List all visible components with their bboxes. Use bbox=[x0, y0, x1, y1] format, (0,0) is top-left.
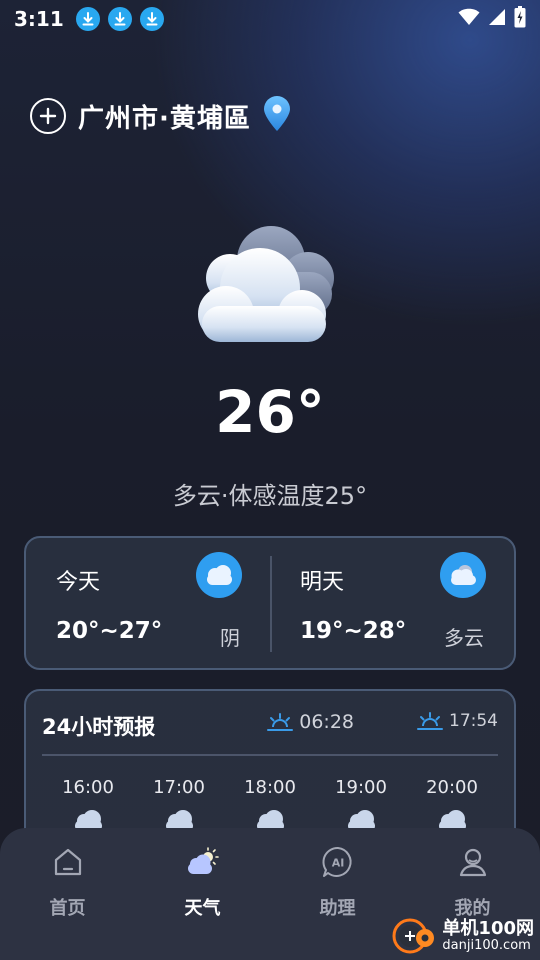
hour-time: 18:00 bbox=[244, 777, 296, 798]
tab-weather[interactable]: 天气 bbox=[135, 828, 270, 960]
day-label: 今天 bbox=[56, 570, 101, 595]
tab-label: 首页 bbox=[49, 898, 86, 919]
status-bar: 3:11 bbox=[0, 0, 540, 38]
weather-description: 多云·体感温度25° bbox=[172, 482, 368, 510]
day-condition: 多云 bbox=[444, 626, 484, 650]
cloudy-weather-icon bbox=[196, 222, 338, 346]
hour-item[interactable]: 17:00 bbox=[135, 777, 223, 834]
day-condition: 阴 bbox=[220, 626, 240, 650]
tomorrow-forecast[interactable]: 明天 19°~28° 多云 bbox=[270, 538, 514, 668]
today-forecast[interactable]: 今天 20°~27° 阴 bbox=[26, 538, 270, 668]
hour-time: 16:00 bbox=[62, 777, 114, 798]
sunrise-icon bbox=[267, 713, 294, 731]
overcast-icon bbox=[196, 552, 242, 598]
watermark-title: 单机100网 bbox=[442, 917, 534, 939]
sunset-info: 17:54 bbox=[417, 711, 498, 731]
weather-icon bbox=[185, 844, 221, 880]
ai-assistant-icon: AI bbox=[320, 844, 356, 880]
add-city-button[interactable] bbox=[30, 98, 66, 134]
cloudy-icon bbox=[440, 552, 486, 598]
hour-item[interactable]: 20:00 bbox=[408, 777, 496, 834]
watermark-url: danji100.com bbox=[442, 937, 531, 953]
temperature-range: 19°~28° bbox=[300, 618, 407, 644]
tab-home[interactable]: 首页 bbox=[0, 828, 135, 960]
hour-item[interactable]: 18:00 bbox=[226, 777, 314, 834]
hourly-list[interactable]: 16:00 17:00 18:00 19:00 20:00 bbox=[44, 777, 496, 834]
site-watermark: 单机100网 danji100.com bbox=[390, 912, 534, 960]
status-time: 3:11 bbox=[14, 7, 64, 31]
temperature-range: 20°~27° bbox=[56, 618, 163, 644]
hourly-title: 24小时预报 bbox=[42, 715, 156, 739]
home-icon bbox=[50, 844, 86, 880]
current-temperature: 26° bbox=[215, 378, 325, 446]
svg-text:AI: AI bbox=[331, 857, 344, 870]
hour-time: 20:00 bbox=[426, 777, 478, 798]
wifi-icon bbox=[458, 8, 480, 30]
day-label: 明天 bbox=[300, 570, 345, 595]
hour-time: 19:00 bbox=[335, 777, 387, 798]
location-pin-icon bbox=[261, 96, 293, 136]
tab-label: 天气 bbox=[184, 898, 221, 919]
plus-icon bbox=[39, 107, 57, 125]
battery-icon bbox=[514, 6, 526, 32]
hour-item[interactable]: 19:00 bbox=[317, 777, 405, 834]
profile-icon bbox=[455, 844, 491, 880]
sunrise-info: 06:28 bbox=[267, 711, 354, 733]
hour-time: 17:00 bbox=[153, 777, 205, 798]
city-name[interactable]: 广州市·黄埔區 bbox=[78, 98, 251, 135]
download-notification-icon bbox=[75, 7, 100, 31]
sunset-icon bbox=[417, 712, 443, 730]
tab-assistant[interactable]: AI 助理 bbox=[270, 828, 405, 960]
watermark-logo-icon bbox=[390, 912, 438, 960]
daily-forecast-card[interactable]: 今天 20°~27° 阴 明天 19°~28° 多云 bbox=[24, 536, 516, 670]
download-notification-icon bbox=[107, 7, 132, 31]
download-notification-icon bbox=[139, 7, 164, 31]
sunset-time: 17:54 bbox=[449, 711, 498, 731]
signal-icon bbox=[488, 8, 506, 30]
location-header: 广州市·黄埔區 bbox=[30, 96, 293, 136]
divider bbox=[42, 754, 498, 756]
sunrise-time: 06:28 bbox=[299, 711, 354, 733]
tab-label: 助理 bbox=[319, 898, 356, 919]
hour-item[interactable]: 16:00 bbox=[44, 777, 132, 834]
